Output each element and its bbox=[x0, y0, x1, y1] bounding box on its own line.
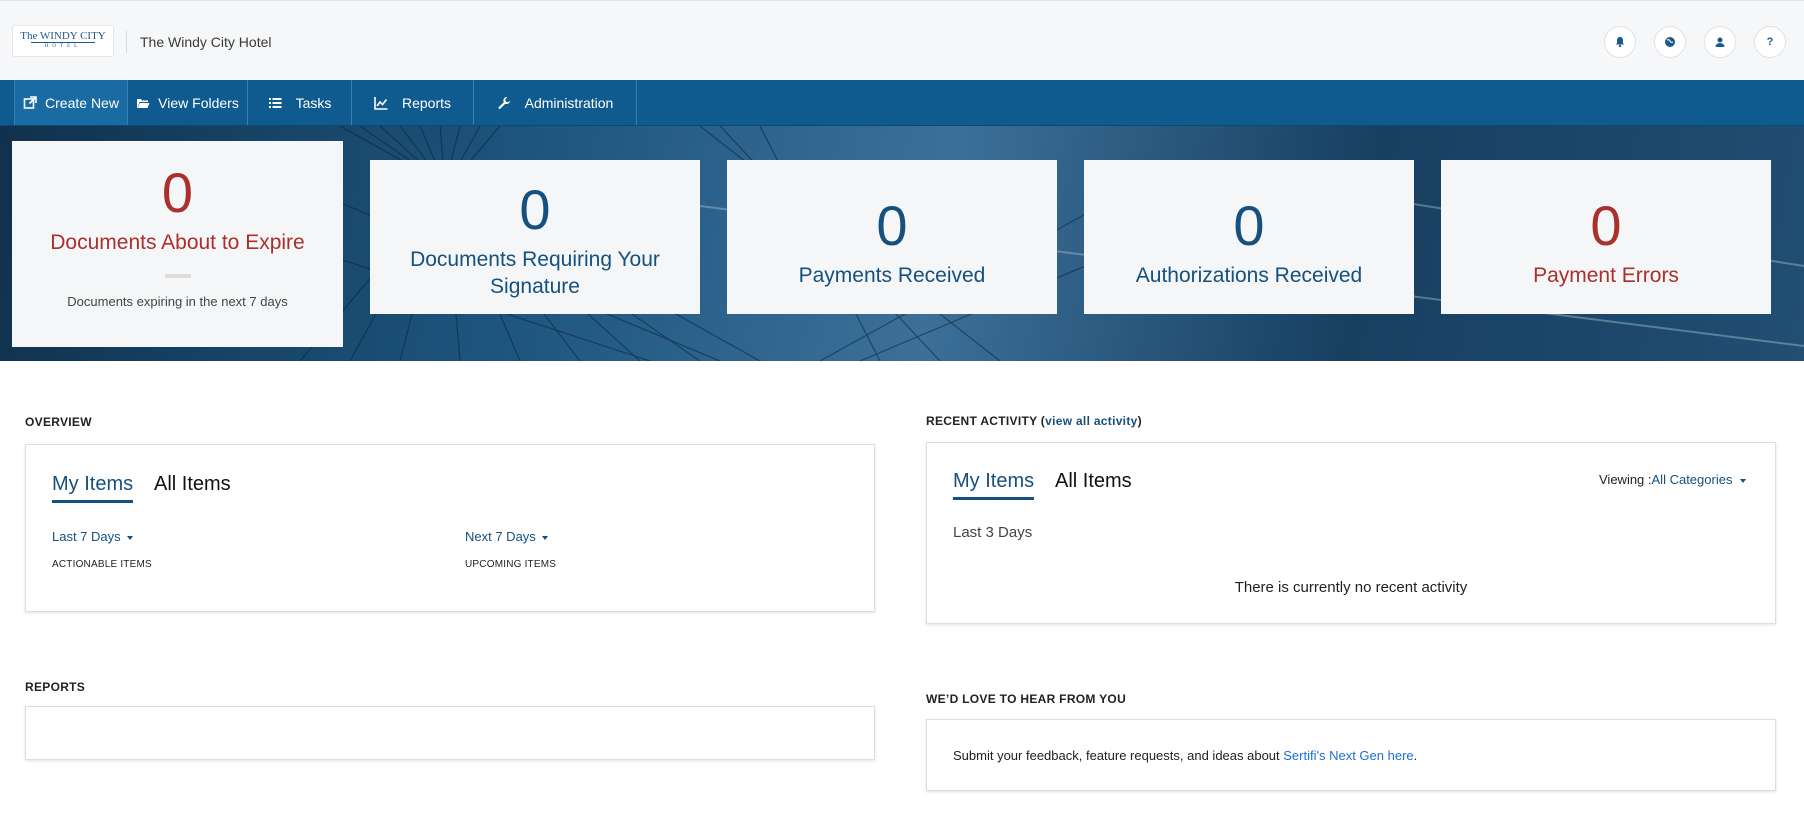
card-documents-requiring-signature[interactable]: 0 Documents Requiring Your Signature bbox=[370, 160, 700, 314]
nav-tasks-label: Tasks bbox=[295, 94, 332, 111]
feedback-text: Submit your feedback, feature requests, … bbox=[953, 748, 1417, 763]
caret-down-icon bbox=[1740, 478, 1747, 483]
card-payment-errors[interactable]: 0 Payment Errors bbox=[1441, 160, 1771, 314]
nav-view-folders-label: View Folders bbox=[158, 94, 239, 111]
top-header: The WINDY CITY HOTEL The Windy City Hote… bbox=[0, 0, 1804, 80]
nav-reports-label: Reports bbox=[401, 94, 452, 111]
overview-title: OVERVIEW bbox=[25, 415, 92, 429]
user-icon bbox=[1715, 37, 1725, 47]
header-divider bbox=[126, 31, 127, 53]
nav-tasks[interactable]: Tasks bbox=[248, 80, 352, 125]
hotel-name: The Windy City Hotel bbox=[140, 34, 272, 50]
language-button[interactable] bbox=[1654, 26, 1686, 58]
reports-title: REPORTS bbox=[25, 680, 86, 694]
feedback-message: Submit your feedback, feature requests, … bbox=[953, 748, 1284, 763]
overview-next-7-days-dropdown[interactable]: Next 7 Days bbox=[465, 529, 548, 544]
overview-tab-all-items[interactable]: All Items bbox=[154, 473, 231, 496]
globe-icon bbox=[1665, 37, 1675, 47]
feedback-title: WE’D LOVE TO HEAR FROM YOU bbox=[926, 692, 1127, 706]
feedback-panel: Submit your feedback, feature requests, … bbox=[926, 719, 1776, 791]
nav-create-new[interactable]: Create New bbox=[14, 80, 128, 125]
user-profile-button[interactable] bbox=[1704, 26, 1736, 58]
card-documents-about-to-expire[interactable]: 0 Documents About to Expire Documents ex… bbox=[12, 141, 343, 347]
authorizations-count: 0 bbox=[1233, 194, 1265, 257]
nav-view-folders[interactable]: View Folders bbox=[128, 80, 248, 125]
next-gen-feedback-link[interactable]: Sertifi's Next Gen here bbox=[1283, 748, 1413, 763]
recent-activity-title: RECENT ACTIVITY (view all activity) bbox=[926, 414, 1142, 428]
next-7-days-label: Next 7 Days bbox=[465, 529, 536, 544]
payments-count: 0 bbox=[876, 194, 908, 257]
overview-last-7-days-dropdown[interactable]: Last 7 Days bbox=[52, 529, 133, 544]
bell-icon bbox=[1616, 37, 1624, 48]
caret-down-icon bbox=[126, 535, 133, 540]
expiring-count: 0 bbox=[161, 161, 194, 224]
no-recent-activity-message: There is currently no recent activity bbox=[1234, 579, 1468, 596]
logo-line-1: The WINDY CITY bbox=[20, 30, 106, 42]
wrench-icon bbox=[497, 96, 510, 109]
recent-tab-my-items[interactable]: My Items bbox=[953, 470, 1035, 500]
recent-activity-panel: My Items All Items Viewing :All Categori… bbox=[926, 442, 1776, 624]
nav-administration-label: Administration bbox=[524, 94, 614, 111]
external-link-icon bbox=[23, 95, 37, 109]
list-icon bbox=[268, 97, 282, 108]
reports-panel bbox=[25, 706, 875, 760]
folder-open-icon bbox=[137, 98, 150, 108]
viewing-label: Viewing : bbox=[1599, 472, 1652, 487]
nav-create-new-label: Create New bbox=[45, 94, 119, 111]
signature-label: Documents Requiring Your Signature bbox=[410, 248, 660, 298]
recent-activity-title-close: ) bbox=[1137, 414, 1142, 428]
logo-line-2: HOTEL bbox=[31, 42, 95, 51]
card-authorizations-received[interactable]: 0 Authorizations Received bbox=[1084, 160, 1414, 314]
upcoming-items-caption: UPCOMING ITEMS bbox=[465, 559, 557, 570]
overview-panel: My Items All Items Last 7 Days ACTIONABL… bbox=[25, 444, 875, 612]
question-icon: ? bbox=[1766, 36, 1774, 48]
recent-activity-title-text: RECENT ACTIVITY ( bbox=[926, 414, 1046, 428]
card-payments-received[interactable]: 0 Payments Received bbox=[727, 160, 1057, 314]
main-navigation: Create New View Folders Tasks Reports Ad… bbox=[0, 80, 1804, 126]
last-7-days-label: Last 7 Days bbox=[52, 529, 121, 544]
card-divider bbox=[164, 274, 191, 278]
authorizations-label: Authorizations Received bbox=[1135, 264, 1363, 287]
notifications-button[interactable] bbox=[1604, 26, 1636, 58]
payment-errors-label: Payment Errors bbox=[1533, 264, 1679, 287]
caret-down-icon bbox=[541, 535, 548, 540]
hotel-logo[interactable]: The WINDY CITY HOTEL bbox=[12, 25, 114, 57]
payments-label: Payments Received bbox=[798, 264, 986, 287]
nav-administration[interactable]: Administration bbox=[474, 80, 637, 125]
nav-reports[interactable]: Reports bbox=[352, 80, 474, 125]
view-all-activity-link[interactable]: view all activity bbox=[1045, 414, 1137, 428]
signature-count: 0 bbox=[519, 178, 551, 241]
line-chart-icon bbox=[374, 96, 388, 110]
dashboard-hero-banner: 0 Documents About to Expire Documents ex… bbox=[0, 126, 1804, 361]
viewing-category-filter[interactable]: Viewing :All Categories bbox=[1599, 472, 1747, 487]
help-button[interactable]: ? bbox=[1754, 26, 1786, 58]
overview-tab-my-items[interactable]: My Items bbox=[52, 473, 134, 503]
expiring-label: Documents About to Expire bbox=[50, 231, 305, 254]
recent-period-label: Last 3 Days bbox=[953, 524, 1033, 541]
feedback-period: . bbox=[1413, 748, 1418, 763]
actionable-items-caption: ACTIONABLE ITEMS bbox=[52, 559, 152, 570]
recent-tab-all-items[interactable]: All Items bbox=[1055, 470, 1132, 493]
payment-errors-count: 0 bbox=[1590, 194, 1622, 257]
all-categories-dropdown[interactable]: All Categories bbox=[1652, 472, 1733, 487]
expiring-subtext: Documents expiring in the next 7 days bbox=[67, 294, 288, 309]
